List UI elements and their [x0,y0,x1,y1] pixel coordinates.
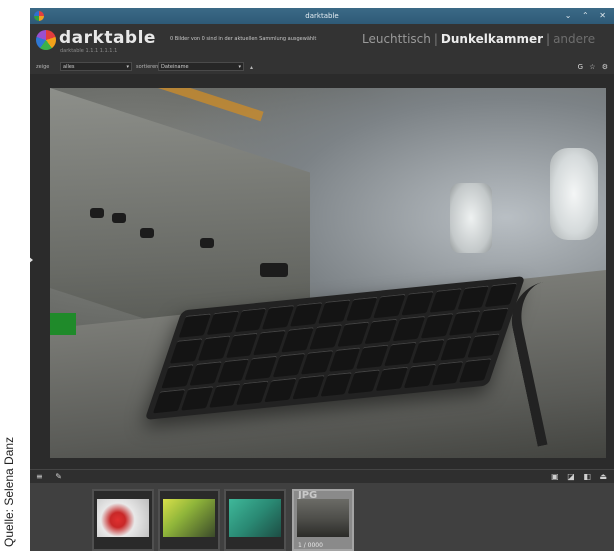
thumbnail-image [97,499,149,537]
filmstrip: JPG 1 / 0000 [30,483,614,551]
filter-bar: zeige alles ▾ sortieren nach Dateiname ▾… [30,60,614,74]
collection-info: 0 Bilder von 0 sind in der aktuellen Sam… [170,36,317,42]
filmstrip-left-icons[interactable]: ≡ ✎ [36,472,67,481]
title-bar: darktable ⌄ ⌃ ✕ [30,8,614,24]
sort-combo[interactable]: Dateiname ▾ [158,62,244,71]
header-tool-icons[interactable]: G ☆ ⚙ [578,63,610,71]
image-green-block [50,313,76,335]
window-controls[interactable]: ⌄ ⌃ ✕ [565,8,610,24]
filmstrip-toolbar: ≡ ✎ ▣ ◪ ◧ ⏏ [30,469,614,484]
view-lighttable[interactable]: Leuchttisch [362,32,431,46]
darktable-logo-icon [36,30,56,50]
image-knob [140,228,154,238]
image-window-light [450,183,492,253]
show-filter-value: alles [63,64,75,70]
app-icon [34,11,44,21]
expand-left-panel-icon[interactable] [30,256,33,264]
sort-value: Dateiname [161,64,189,70]
thumbnail-image [163,499,215,537]
thumbnail-image [229,499,281,537]
image-window-light [550,148,598,240]
view-other[interactable]: andere [553,32,595,46]
show-label: zeige [36,64,50,70]
image-knob [200,238,214,248]
darkroom-center-view[interactable] [30,74,614,469]
filmstrip-thumbnail[interactable] [224,489,286,551]
window-title: darktable [305,12,339,20]
edited-image[interactable] [50,88,606,458]
app-name: darktable [59,28,156,48]
show-filter-combo[interactable]: alles ▾ [60,62,132,71]
image-knob [260,263,288,277]
filmstrip-thumbnail[interactable] [92,489,154,551]
chevron-down-icon: ▾ [238,64,241,70]
image-knob [90,208,104,218]
image-knob [112,213,126,223]
app-version: darktable 1.1.1 1.1.1.1 [60,48,118,54]
sort-direction-icon[interactable]: ▴ [250,64,253,71]
chevron-down-icon: ▾ [126,64,129,70]
filmstrip-right-icons[interactable]: ▣ ◪ ◧ ⏏ [551,472,610,481]
darktable-window: darktable ⌄ ⌃ ✕ darktable darktable 1.1.… [30,8,614,551]
filmstrip-thumbnail-selected[interactable]: JPG 1 / 0000 [292,489,354,551]
view-switcher: Leuchttisch | Dunkelkammer | andere [362,32,595,46]
thumbnail-image [297,499,349,537]
thumbnail-caption: 1 / 0000 [298,542,323,549]
photo-credit: Quelle: Selena Danz [2,436,16,547]
header-panel: darktable darktable 1.1.1 1.1.1.1 0 Bild… [30,24,614,74]
view-darkroom[interactable]: Dunkelkammer [441,32,543,46]
filmstrip-thumbnail[interactable] [158,489,220,551]
view-separator-2: | [546,32,551,46]
view-separator: | [433,32,438,46]
